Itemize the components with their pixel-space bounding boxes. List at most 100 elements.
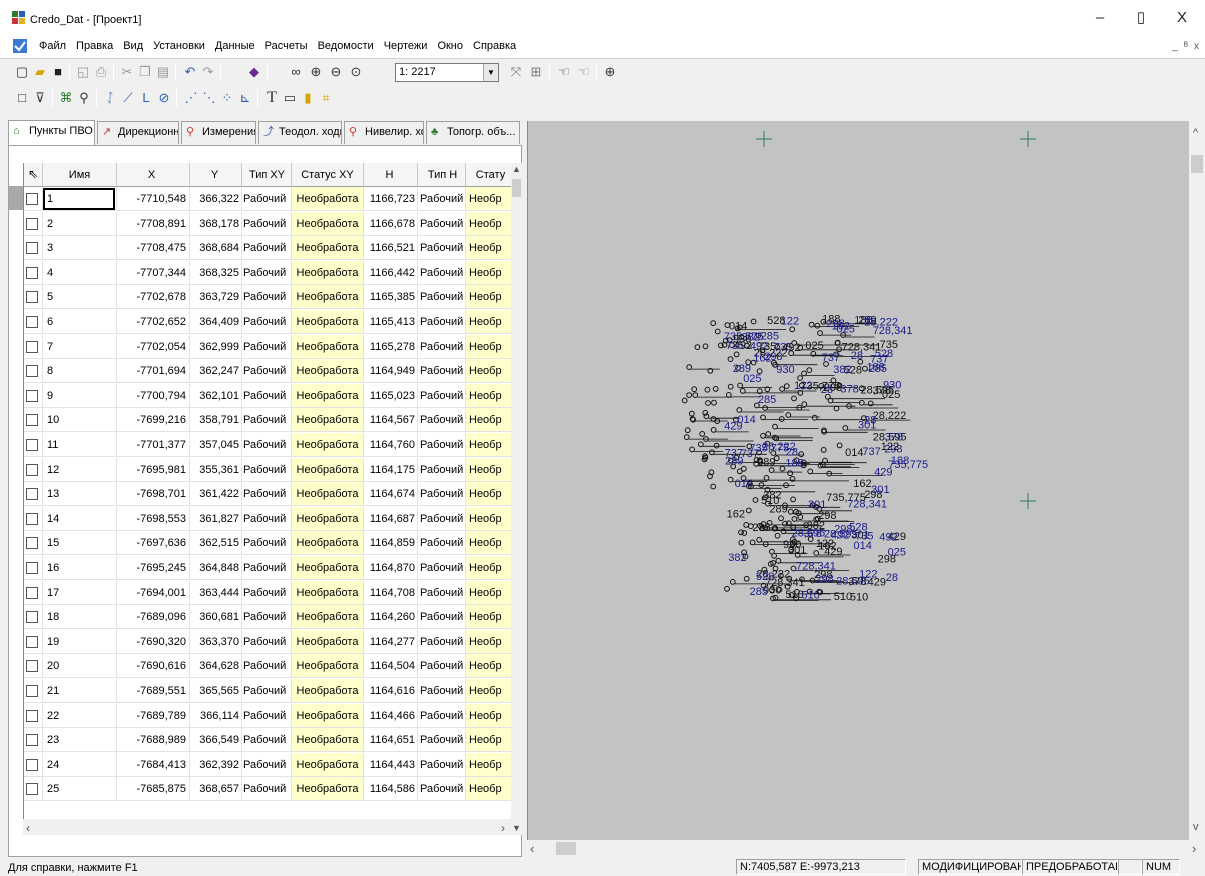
name-cell[interactable]: 15: [43, 531, 117, 556]
type-xy-cell[interactable]: Рабочий: [242, 211, 292, 236]
type-xy-cell[interactable]: Рабочий: [242, 629, 292, 654]
h-cell[interactable]: 1164,277: [364, 629, 418, 654]
zoom-window-icon[interactable]: ⊞: [527, 63, 545, 81]
type-xy-cell[interactable]: Рабочий: [242, 605, 292, 630]
type-xy-cell[interactable]: Рабочий: [242, 703, 292, 728]
type-xy-cell[interactable]: Рабочий: [242, 334, 292, 359]
name-cell[interactable]: 18: [43, 605, 117, 630]
type-h-cell[interactable]: Рабочий: [418, 580, 466, 605]
type-h-cell[interactable]: Рабочий: [418, 506, 466, 531]
minimize-button[interactable]: –: [1082, 6, 1118, 30]
status-h-cell[interactable]: Необр: [466, 236, 512, 261]
h-cell[interactable]: 1164,586: [364, 777, 418, 802]
maximize-button[interactable]: ▯: [1123, 6, 1159, 30]
y-cell[interactable]: 366,114: [190, 703, 242, 728]
mdi-close-button[interactable]: x: [1194, 41, 1199, 52]
status-h-cell[interactable]: Необр: [466, 482, 512, 507]
menu-item[interactable]: Справка: [468, 40, 521, 52]
table-row[interactable]: 25 -7685,875 368,657 Рабочий Необработа 1164,…: [24, 777, 512, 802]
status-h-cell[interactable]: Необр: [466, 383, 512, 408]
h-cell[interactable]: 1164,949: [364, 359, 418, 384]
table-row[interactable]: 21 -7689,551 365,565 Рабочий Необработа 1164,…: [24, 679, 512, 703]
new-file-icon[interactable]: ▢: [13, 63, 31, 81]
type-xy-cell[interactable]: Рабочий: [242, 310, 292, 334]
type-h-cell[interactable]: Рабочий: [418, 629, 466, 654]
status-h-cell[interactable]: Необр: [466, 752, 512, 777]
table-row[interactable]: 7 -7702,054 362,999 Рабочий Необработа 1165,2…: [24, 334, 512, 359]
h-cell[interactable]: 1164,760: [364, 433, 418, 457]
view-vertical-scrollbar[interactable]: ^ v: [1189, 121, 1205, 840]
name-cell[interactable]: 20: [43, 654, 117, 679]
status-h-cell[interactable]: Необр: [466, 728, 512, 753]
type-h-cell[interactable]: Рабочий: [418, 728, 466, 753]
frame-tool-icon[interactable]: ▭: [281, 89, 299, 107]
row-checkbox[interactable]: [26, 685, 38, 697]
name-cell[interactable]: 5: [43, 285, 117, 310]
scroll-left-icon[interactable]: ‹: [26, 821, 30, 835]
type-h-cell[interactable]: Рабочий: [418, 482, 466, 507]
type-h-cell[interactable]: Рабочий: [418, 556, 466, 580]
h-cell[interactable]: 1164,466: [364, 703, 418, 728]
select-column-header[interactable]: ⇖: [24, 163, 43, 187]
name-cell[interactable]: 4: [43, 260, 117, 285]
zoom-extents-icon[interactable]: ⤧: [507, 63, 525, 81]
h-cell[interactable]: 1164,443: [364, 752, 418, 777]
status-xy-cell[interactable]: Необработа: [292, 777, 364, 802]
x-cell[interactable]: -7690,320: [117, 629, 190, 654]
type-xy-cell[interactable]: Рабочий: [242, 728, 292, 753]
scroll-down-icon[interactable]: ▼: [512, 823, 521, 833]
table-row[interactable]: 12 -7695,981 355,361 Рабочий Необработа 1164,…: [24, 457, 512, 482]
type-xy-cell[interactable]: Рабочий: [242, 654, 292, 679]
table-row[interactable]: 2 -7708,891 368,178 Рабочий Необработа 1166,6…: [24, 211, 512, 236]
x-cell[interactable]: -7710,548: [117, 187, 190, 211]
corner-icon[interactable]: ⊾: [236, 89, 254, 107]
h-cell[interactable]: 1164,870: [364, 556, 418, 580]
row-checkbox[interactable]: [26, 758, 38, 771]
table-row[interactable]: 11 -7701,377 357,045 Рабочий Необработа 1164,…: [24, 433, 512, 457]
type-h-cell[interactable]: Рабочий: [418, 703, 466, 728]
type-xy-cell[interactable]: Рабочий: [242, 408, 292, 433]
angle-tool-icon[interactable]: L: [137, 89, 155, 107]
table-row[interactable]: 6 -7702,652 364,409 Рабочий Необработа 1165,4…: [24, 310, 512, 334]
h-cell[interactable]: 1164,674: [364, 482, 418, 507]
y-cell[interactable]: 361,827: [190, 506, 242, 531]
type-xy-cell[interactable]: Рабочий: [242, 187, 292, 211]
status-xy-cell[interactable]: Необработа: [292, 556, 364, 580]
x-cell[interactable]: -7684,413: [117, 752, 190, 777]
h-cell[interactable]: 1164,504: [364, 654, 418, 679]
x-cell[interactable]: -7708,891: [117, 211, 190, 236]
polygon-select-icon[interactable]: ⊽: [31, 89, 49, 107]
h-cell[interactable]: 1164,616: [364, 679, 418, 703]
scroll-down-icon[interactable]: v: [1193, 821, 1199, 833]
y-cell[interactable]: 362,392: [190, 752, 242, 777]
type-h-cell[interactable]: Рабочий: [418, 654, 466, 679]
menu-item[interactable]: Чертежи: [379, 40, 433, 52]
network-icon[interactable]: ⋰: [182, 89, 200, 107]
x-cell[interactable]: -7698,701: [117, 482, 190, 507]
row-checkbox[interactable]: [26, 389, 38, 402]
status-xy-cell[interactable]: Необработа: [292, 654, 364, 679]
status-xy-cell[interactable]: Необработа: [292, 728, 364, 753]
status-h-cell[interactable]: Необр: [466, 556, 512, 580]
layout-tool-icon[interactable]: ⌗: [317, 89, 335, 107]
status-xy-cell[interactable]: Необработа: [292, 260, 364, 285]
type-xy-cell[interactable]: Рабочий: [242, 457, 292, 482]
scroll-right-icon[interactable]: ›: [1192, 841, 1196, 856]
column-header-type-h[interactable]: Тип H: [418, 163, 466, 187]
menu-item[interactable]: Расчеты: [260, 40, 313, 52]
h-cell[interactable]: 1165,023: [364, 383, 418, 408]
x-cell[interactable]: -7689,096: [117, 605, 190, 630]
type-h-cell[interactable]: Рабочий: [418, 211, 466, 236]
document-icon[interactable]: [12, 38, 28, 54]
row-checkbox[interactable]: [26, 365, 38, 378]
type-h-cell[interactable]: Рабочий: [418, 531, 466, 556]
paste-icon[interactable]: ▤: [154, 63, 172, 81]
type-h-cell[interactable]: Рабочий: [418, 408, 466, 433]
column-header-h[interactable]: H: [364, 163, 418, 187]
row-checkbox[interactable]: [26, 340, 38, 353]
x-cell[interactable]: -7685,875: [117, 777, 190, 802]
y-cell[interactable]: 364,628: [190, 654, 242, 679]
table-row[interactable]: 16 -7695,245 364,848 Рабочий Необработа 1164,…: [24, 556, 512, 580]
zoom-out-icon[interactable]: ⊖: [327, 63, 345, 81]
menu-item[interactable]: Данные: [210, 40, 260, 52]
